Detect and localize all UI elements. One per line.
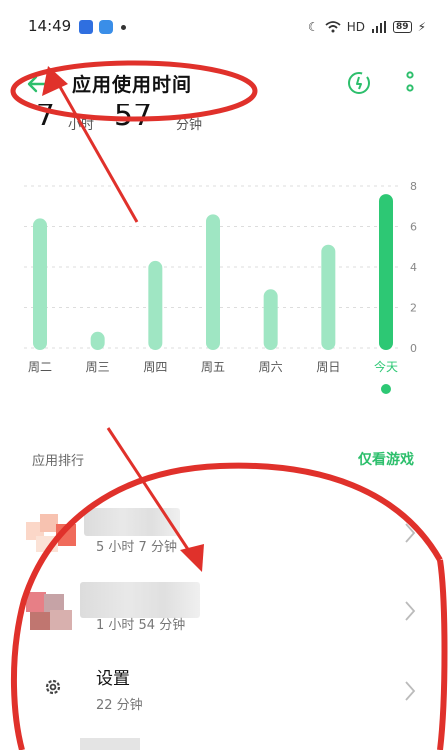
page-title: 应用使用时间 (72, 74, 193, 96)
timer-icon[interactable] (346, 70, 372, 96)
chart-xtick-label[interactable]: 周二 (28, 360, 52, 374)
app-icon-blurred (26, 514, 76, 552)
more-options-icon[interactable] (400, 68, 420, 98)
status-bar: 14:49 ☾ HD 89 ⚡ (0, 0, 448, 52)
chart-ytick-label: 8 (410, 180, 417, 193)
app-duration: 1 小时 54 分钟 (96, 618, 186, 633)
chart-ytick-label: 6 (410, 221, 417, 234)
ranking-label: 应用排行 (32, 454, 85, 469)
app-name: 设置 (96, 669, 130, 689)
chart-bar[interactable] (321, 244, 336, 350)
chart-xtick-label[interactable]: 周六 (259, 360, 283, 374)
app-duration: 22 分钟 (96, 698, 143, 713)
chart-bar[interactable] (33, 218, 47, 350)
chart-ytick-label: 0 (410, 342, 417, 355)
chart-ytick-label: 2 (410, 302, 417, 315)
chart-bar[interactable] (206, 214, 220, 350)
total-usage-time: 7 小时 57 分钟 (36, 104, 296, 134)
chart-xtick-label[interactable]: 今天 (374, 359, 398, 374)
moon-icon: ☾ (308, 20, 319, 34)
chevron-right-icon (405, 523, 416, 543)
app-bar: 应用使用时间 (0, 58, 448, 110)
app-name-redacted (80, 738, 140, 750)
total-hours-value: 7 (36, 104, 56, 133)
status-icons: ☾ HD 89 ⚡ (308, 17, 426, 37)
app-duration: 5 小时 7 分钟 (96, 540, 177, 555)
wifi-icon (325, 21, 341, 33)
total-minutes-value: 57 (114, 104, 153, 133)
usage-chart: 0 2 4 6 8 周二 周三 周四 周五 周六 周日 今天 (0, 170, 448, 400)
notification-app-icon-2 (99, 20, 113, 34)
app-row-settings[interactable]: 设置 22 分钟 (0, 652, 448, 732)
chart-bar[interactable] (148, 260, 163, 350)
chart-bar[interactable] (379, 194, 393, 350)
games-only-filter[interactable]: 仅看游戏 (358, 449, 414, 469)
chevron-right-icon (405, 681, 416, 701)
chart-bar[interactable] (263, 289, 278, 350)
app-name-redacted (84, 508, 180, 536)
notification-dot-icon (121, 25, 126, 30)
chevron-right-icon (405, 601, 416, 621)
app-icon-blurred (26, 592, 72, 630)
selected-day-indicator (381, 384, 391, 394)
total-minutes-unit: 分钟 (176, 118, 203, 133)
chart-xtick-label[interactable]: 周五 (201, 360, 225, 374)
total-hours-unit: 小时 (68, 118, 95, 133)
chart-xtick-label[interactable]: 周日 (316, 360, 340, 374)
network-label: HD (346, 20, 366, 34)
back-arrow-icon[interactable] (24, 70, 52, 98)
usage-chart-svg: 0 2 4 6 8 周二 周三 周四 周五 周六 周日 今天 (24, 180, 417, 394)
app-row[interactable]: 5 小时 7 分钟 (0, 494, 448, 574)
app-row[interactable]: 1 小时 54 分钟 (0, 572, 448, 652)
status-time: 14:49 (28, 17, 72, 35)
chart-bar[interactable] (90, 331, 105, 350)
signal-icon (372, 21, 387, 33)
chart-xtick-label[interactable]: 周三 (86, 360, 110, 374)
chart-ytick-label: 4 (410, 261, 417, 274)
charging-icon: ⚡ (417, 20, 426, 34)
chart-xtick-label[interactable]: 周四 (143, 360, 167, 374)
app-name-redacted (80, 582, 200, 618)
notification-app-icon (79, 20, 93, 34)
gear-icon (45, 679, 61, 695)
battery-icon: 89 (393, 21, 412, 33)
